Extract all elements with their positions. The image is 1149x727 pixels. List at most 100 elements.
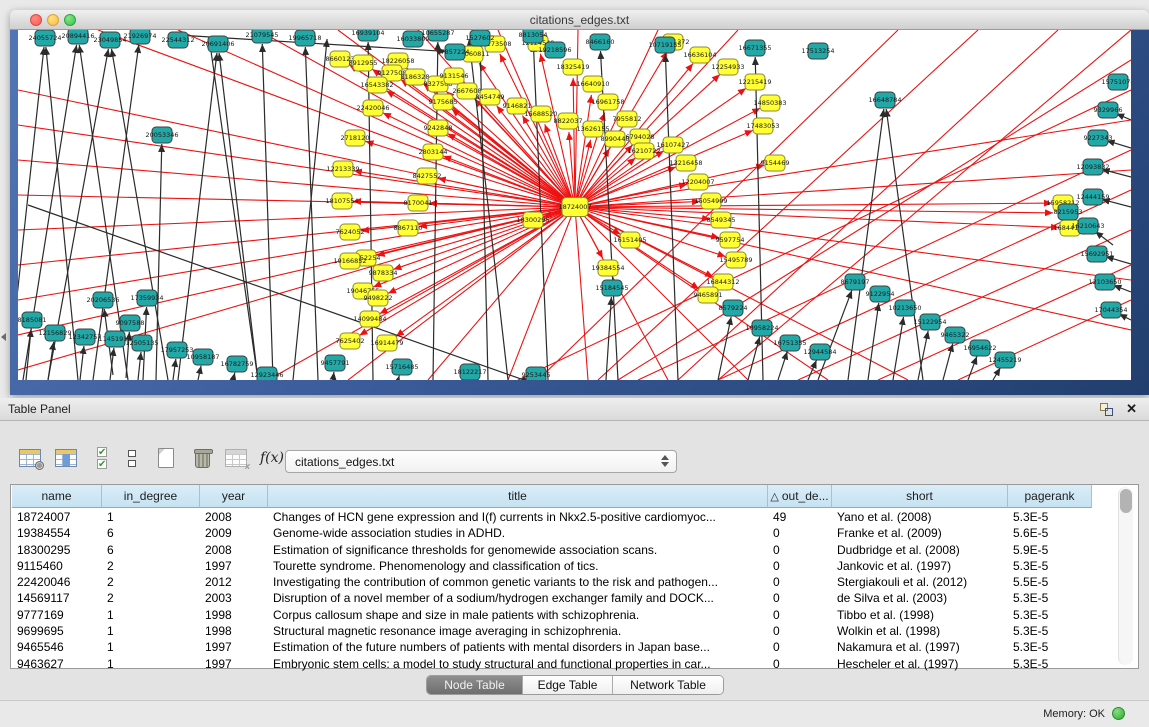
graph-node-label: 16751355: [773, 339, 806, 347]
graph-node-label: 9122954: [866, 290, 895, 298]
table-cell: 9699695: [12, 623, 102, 639]
table-cell: Nakamura et al. (1997): [832, 639, 1008, 655]
table-cell: 19384554: [12, 525, 102, 541]
graph-node-label: 21926974: [123, 32, 156, 40]
table-scrollbar-thumb[interactable]: [1120, 489, 1132, 513]
table-cell: 5.3E-5: [1008, 509, 1092, 525]
table-row[interactable]: 2242004622012Investigating the contribut…: [12, 574, 1092, 590]
table-cell: Changes of HCN gene expression and I(f) …: [268, 509, 768, 525]
column-header-out-de-[interactable]: △out_de...: [768, 485, 832, 508]
column-header-year[interactable]: year: [200, 485, 268, 508]
tab-network-table[interactable]: Network Table: [613, 676, 723, 694]
graph-node-label: 16671355: [738, 44, 771, 52]
node-table[interactable]: namein_degreeyeartitle△out_de...shortpag…: [10, 484, 1139, 669]
graph-edge: [448, 133, 575, 207]
table-row[interactable]: 977716911998Corpus callosum shape and si…: [12, 607, 1092, 623]
table-cell: 0: [768, 656, 832, 672]
close-panel-icon[interactable]: ✕: [1126, 401, 1137, 417]
table-cell: 1997: [200, 558, 268, 574]
memory-ok-indicator[interactable]: [1112, 707, 1125, 720]
table-cell: 1: [102, 639, 200, 655]
tab-node-table[interactable]: Node Table: [427, 676, 523, 694]
graph-node-label: 16844312: [706, 278, 739, 286]
graph-edge: [173, 359, 176, 380]
graph-edge: [198, 366, 201, 380]
table-cell: 9777169: [12, 607, 102, 623]
table-row[interactable]: 1830029562008Estimation of significance …: [12, 542, 1092, 558]
citation-graph[interactable]: 8660123891295518226058912750816543382224…: [18, 30, 1131, 380]
row-height-button[interactable]: [118, 444, 146, 472]
table-panel-header: Table Panel ✕: [0, 398, 1149, 421]
table-row[interactable]: 946362711997Embryonic stem cells: a mode…: [12, 656, 1092, 672]
table-cell: Tibbo et al. (1998): [832, 607, 1008, 623]
table-settings-button[interactable]: [16, 444, 44, 472]
new-table-button[interactable]: [152, 444, 180, 472]
graph-node-label: 16107427: [656, 141, 689, 149]
graph-node-label: 10213650: [888, 304, 921, 312]
graph-edge: [233, 373, 235, 380]
table-cell: 2003: [200, 590, 268, 606]
graph-node-label: 15122954: [913, 318, 946, 326]
table-row[interactable]: 946554611997Estimation of the future num…: [12, 639, 1092, 655]
table-cell: 5.3E-5: [1008, 590, 1092, 606]
float-panel-icon[interactable]: [1100, 403, 1113, 416]
panel-resize-notch-icon[interactable]: [1, 333, 6, 341]
graph-node-label: 8466160: [586, 38, 615, 46]
delete-table-button[interactable]: x: [222, 444, 250, 472]
function-builder-button[interactable]: f(x): [258, 444, 286, 472]
table-row[interactable]: 1456911722003Disruption of a novel membe…: [12, 590, 1092, 606]
table-cell: 0: [768, 525, 832, 541]
graph-node-label: 14099484: [353, 315, 386, 323]
table-row[interactable]: 1938455462009Genome-wide association stu…: [12, 525, 1092, 541]
function-icon: f(x): [260, 450, 284, 466]
table-scrollbar[interactable]: [1118, 487, 1133, 665]
graph-node-label: 16648784: [868, 96, 901, 104]
table-cell: 18300295: [12, 542, 102, 558]
column-header-name[interactable]: name: [12, 485, 102, 508]
table-row[interactable]: 911546021997Tourette syndrome. Phenomeno…: [12, 558, 1092, 574]
table-cell: 0: [768, 607, 832, 623]
graph-node-label: 16151405: [613, 236, 646, 244]
graph-node-label: 10655287: [421, 30, 454, 37]
graph-node-label: 8822037: [554, 117, 583, 125]
select-rows-button[interactable]: ✔✔: [88, 444, 116, 472]
table-cell: Wolkin et al. (1998): [832, 623, 1008, 639]
graph-node-label: 19965718: [288, 34, 321, 42]
table-cell: Franke et al. (2009): [832, 525, 1008, 541]
table-cell: 9465546: [12, 639, 102, 655]
column-visibility-button[interactable]: [52, 444, 80, 472]
table-type-tabs: Node TableEdge TableNetwork Table: [426, 675, 724, 695]
column-header-in-degree[interactable]: in_degree: [102, 485, 200, 508]
network-canvas[interactable]: 8660123891295518226058912750816543382224…: [18, 30, 1131, 380]
table-cell: 9115460: [12, 558, 102, 574]
graph-node-label: 8867110: [394, 224, 423, 232]
window-titlebar[interactable]: citations_edges.txt: [10, 10, 1149, 30]
table-cell: Jankovic et al. (1997): [832, 558, 1008, 574]
graph-node-label: 9097588: [116, 319, 145, 327]
graph-node-label: 15692951: [1080, 250, 1113, 258]
graph-edge: [943, 344, 953, 380]
graph-edge: [333, 372, 334, 380]
tab-edge-table[interactable]: Edge Table: [523, 676, 613, 694]
column-header-title[interactable]: title: [268, 485, 768, 508]
table-source-select[interactable]: citations_edges.txt: [285, 450, 677, 473]
table-cell: 5.9E-5: [1008, 542, 1092, 558]
graph-node-label: 12455219: [988, 356, 1021, 364]
graph-node-label: 9457791: [321, 359, 350, 367]
graph-edge: [886, 109, 923, 380]
table-row[interactable]: 969969511998Structural magnetic resonanc…: [12, 623, 1092, 639]
column-header-short[interactable]: short: [832, 485, 1008, 508]
table-cell: Dudbridge et al. (2008): [832, 542, 1008, 558]
graph-edge: [993, 368, 1000, 380]
table-row[interactable]: 1872400712008Changes of HCN gene express…: [12, 509, 1092, 525]
table-body: 1872400712008Changes of HCN gene express…: [12, 509, 1092, 672]
column-header-pagerank[interactable]: pagerank: [1008, 485, 1092, 508]
graph-node-label: 17044354: [1094, 306, 1127, 314]
window-title: citations_edges.txt: [10, 13, 1149, 27]
graph-node-label: 15495789: [719, 256, 752, 264]
graph-node-label: 19384554: [591, 264, 624, 272]
graph-node-label: 16914479: [370, 339, 403, 347]
delete-rows-button[interactable]: [188, 444, 216, 472]
table-cell: Genome-wide association studies in ADHD.: [268, 525, 768, 541]
graph-edge: [778, 352, 787, 380]
